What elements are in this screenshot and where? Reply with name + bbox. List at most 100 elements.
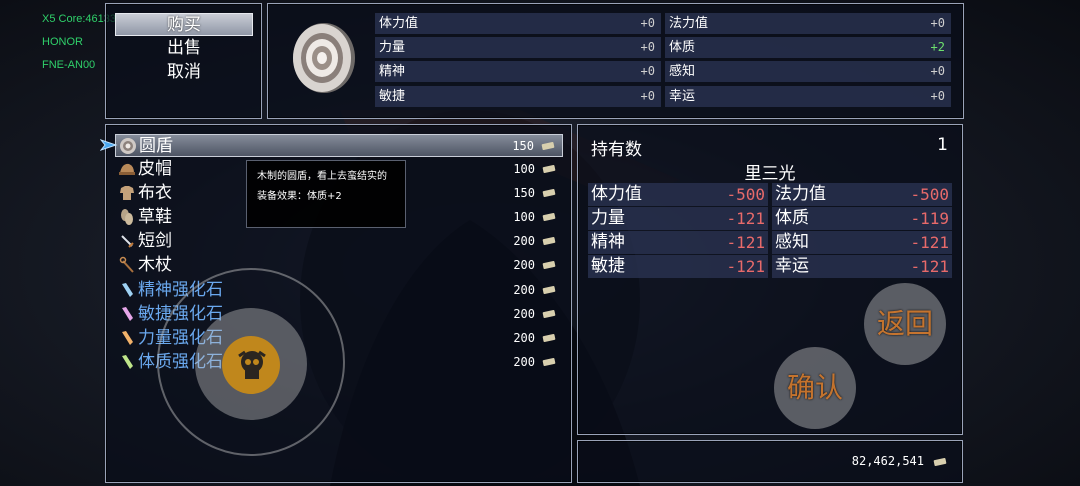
char-stat-mp: 法力值 -500 (772, 183, 952, 206)
sell-command[interactable]: 出售 (115, 37, 253, 60)
item-stat-luck: 幸运 +0 (665, 86, 951, 107)
gold-coin-icon (542, 165, 556, 173)
item-stat-value: +0 (640, 89, 655, 103)
item-name: 短剑 (138, 231, 172, 251)
char-stat-value: -119 (910, 209, 949, 228)
gold-coin-icon (542, 286, 556, 294)
gold-coin-icon (541, 142, 555, 150)
char-stat-label: 力量 (591, 208, 625, 228)
shop-item-row[interactable]: 圆盾 150 (115, 134, 563, 157)
item-price: 200 (513, 283, 535, 297)
gold-coin-icon (542, 358, 556, 366)
item-stat-label: 敏捷 (379, 89, 406, 104)
owned-count-label: 持有数 (591, 140, 642, 160)
gold-coin-icon (542, 310, 556, 318)
tooltip-description: 木制的圆盾，看上去蛮结实的 (257, 171, 387, 182)
item-stat-label: 体力值 (379, 16, 419, 31)
cancel-command[interactable]: 取消 (115, 61, 253, 84)
char-stat-value: -121 (726, 209, 765, 228)
round-shield-large-icon (293, 23, 355, 93)
item-stat-value: +2 (930, 40, 945, 54)
item-price: 100 (513, 162, 535, 176)
item-stat-value: +0 (930, 89, 945, 103)
straw-sandals-icon (121, 209, 133, 225)
strength-gem-icon (122, 331, 133, 345)
item-stat-label: 幸运 (669, 89, 696, 104)
item-stat-value: +0 (640, 40, 655, 54)
skull-emblem-icon (238, 350, 266, 379)
item-stat-hp: 体力值 +0 (375, 13, 661, 34)
character-status-panel: 持有数 1 里三光 体力值 -500 法力值 -500 力量 -121 体质 -… (577, 124, 963, 435)
char-stat-label: 精神 (591, 232, 625, 252)
char-stat-hp: 体力值 -500 (588, 183, 768, 206)
gold-panel: 82,462,541 (577, 440, 963, 483)
spirit-gem-icon (122, 283, 133, 297)
gold-coin-icon (933, 458, 947, 466)
item-stat-label: 力量 (379, 40, 406, 55)
item-stat-label: 法力值 (669, 16, 709, 31)
debug-model-text: FNE-AN00 (42, 59, 96, 71)
item-price: 200 (513, 331, 535, 345)
item-stat-agility: 敏捷 +0 (375, 86, 661, 107)
item-name: 皮帽 (138, 159, 172, 179)
item-stat-value: +0 (640, 16, 655, 30)
char-stat-value: -500 (910, 185, 949, 204)
item-stat-value: +0 (930, 16, 945, 30)
char-stat-label: 法力值 (775, 184, 826, 204)
back-button[interactable]: 返回 (864, 283, 946, 365)
char-stat-value: -500 (726, 185, 765, 204)
gold-coin-icon (542, 189, 556, 197)
item-stat-spirit: 精神 +0 (375, 61, 661, 82)
owned-count-value: 1 (937, 135, 948, 155)
char-stat-value: -121 (910, 233, 949, 252)
char-stat-value: -121 (726, 233, 765, 252)
item-stat-mp: 法力值 +0 (665, 13, 951, 34)
command-panel: 购买 出售 取消 (105, 3, 262, 119)
shop-item-row[interactable]: 短剑 200 (115, 230, 563, 253)
round-shield-icon (120, 138, 136, 154)
item-name: 草鞋 (138, 207, 172, 227)
character-name: 里三光 (744, 164, 796, 184)
gold-coin-icon (542, 334, 556, 342)
item-price: 200 (513, 307, 535, 321)
item-price: 200 (513, 234, 535, 248)
item-stat-value: +0 (640, 64, 655, 78)
char-stat-label: 敏捷 (591, 256, 625, 276)
item-price: 200 (513, 258, 535, 272)
item-name: 布衣 (138, 183, 172, 203)
agility-gem-icon (122, 307, 133, 321)
char-stat-label: 体力值 (591, 184, 642, 204)
item-stat-value: +0 (930, 64, 945, 78)
char-stat-spirit: 精神 -121 (588, 231, 768, 254)
item-stat-label: 体质 (669, 40, 696, 55)
char-stat-luck: 幸运 -121 (772, 255, 952, 278)
char-stat-value: -121 (910, 257, 949, 276)
gold-coin-icon (542, 213, 556, 221)
vitality-gem-icon (122, 355, 133, 369)
debug-brand-text: HONOR (42, 36, 83, 48)
char-stat-value: -121 (726, 257, 765, 276)
item-stat-vitality: 体质 +2 (665, 37, 951, 58)
tooltip-effect: 装备效果：体质+2 (257, 191, 342, 202)
buy-command[interactable]: 购买 (115, 13, 253, 36)
item-tooltip: 木制的圆盾，看上去蛮结实的 装备效果：体质+2 (246, 160, 406, 228)
confirm-button[interactable]: 确认 (774, 347, 856, 429)
char-stat-perception: 感知 -121 (772, 231, 952, 254)
wooden-staff-icon (119, 256, 134, 273)
item-price: 150 (512, 139, 534, 153)
item-price: 150 (513, 186, 535, 200)
item-stat-perception: 感知 +0 (665, 61, 951, 82)
item-detail-panel: 体力值 +0 法力值 +0 力量 +0 体质 +2 精神 +0 感知 +0 敏捷… (267, 3, 964, 119)
selection-cursor-icon (100, 139, 118, 151)
char-stat-label: 幸运 (775, 256, 809, 276)
item-price: 100 (513, 210, 535, 224)
item-name: 木杖 (138, 255, 172, 275)
char-stat-label: 体质 (775, 208, 809, 228)
short-sword-icon (121, 235, 134, 248)
gold-coin-icon (542, 261, 556, 269)
cloth-armor-icon (120, 186, 134, 200)
char-stat-vitality: 体质 -119 (772, 207, 952, 230)
shop-item-row[interactable]: 木杖 200 (115, 254, 563, 277)
item-stat-label: 精神 (379, 64, 406, 79)
leather-cap-icon (119, 163, 135, 175)
